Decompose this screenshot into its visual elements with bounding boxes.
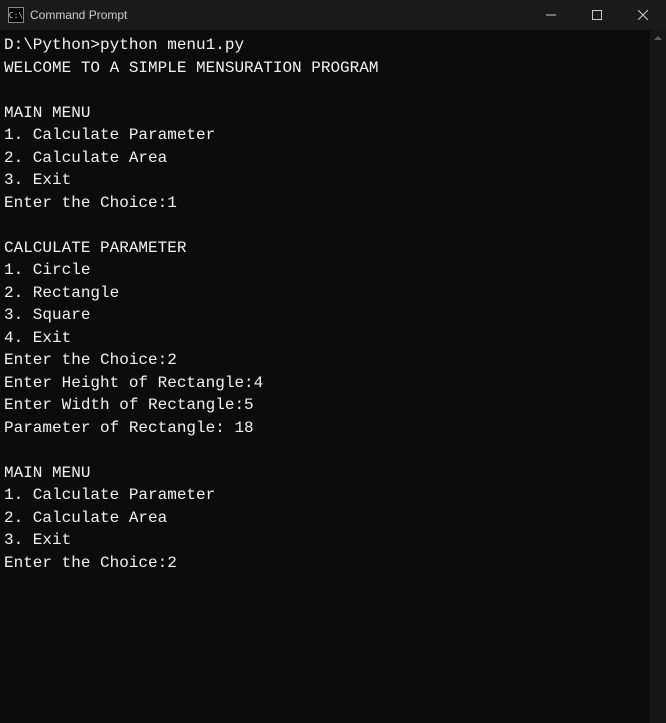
- close-button[interactable]: [620, 0, 666, 30]
- chevron-up-icon: [654, 36, 662, 40]
- terminal-area: D:\Python>python menu1.py WELCOME TO A S…: [0, 30, 666, 723]
- output-line: 1. Calculate Parameter: [4, 486, 215, 504]
- output-line: Enter Width of Rectangle:5: [4, 396, 254, 414]
- scroll-up-icon[interactable]: [650, 30, 666, 46]
- output-line: Enter the Choice:2: [4, 554, 177, 572]
- scrollbar[interactable]: [650, 30, 666, 723]
- output-line: 1. Calculate Parameter: [4, 126, 215, 144]
- output-line: MAIN MENU: [4, 464, 90, 482]
- minimize-button[interactable]: [528, 0, 574, 30]
- output-line: 3. Square: [4, 306, 90, 324]
- output-line: 3. Exit: [4, 171, 71, 189]
- output-line: Enter the Choice:1: [4, 194, 177, 212]
- output-line: Parameter of Rectangle: 18: [4, 419, 254, 437]
- maximize-icon: [592, 10, 602, 20]
- minimize-icon: [546, 10, 556, 20]
- close-icon: [638, 10, 648, 20]
- output-line: Enter the Choice:2: [4, 351, 177, 369]
- output-line: CALCULATE PARAMETER: [4, 239, 186, 257]
- output-line: 2. Rectangle: [4, 284, 119, 302]
- output-line: WELCOME TO A SIMPLE MENSURATION PROGRAM: [4, 59, 378, 77]
- output-line: 4. Exit: [4, 329, 71, 347]
- output-line: Enter Height of Rectangle:4: [4, 374, 263, 392]
- output-line: 3. Exit: [4, 531, 71, 549]
- output-line: 1. Circle: [4, 261, 90, 279]
- window-controls: [528, 0, 666, 30]
- window-title: Command Prompt: [30, 8, 528, 22]
- output-line: MAIN MENU: [4, 104, 90, 122]
- prompt: D:\Python>: [4, 36, 100, 54]
- output-line: 2. Calculate Area: [4, 149, 167, 167]
- output-line: 2. Calculate Area: [4, 509, 167, 527]
- app-icon: C:\: [8, 7, 24, 23]
- command: python menu1.py: [100, 36, 244, 54]
- maximize-button[interactable]: [574, 0, 620, 30]
- window-titlebar[interactable]: C:\ Command Prompt: [0, 0, 666, 30]
- app-icon-text: C:\: [9, 11, 23, 20]
- terminal-output[interactable]: D:\Python>python menu1.py WELCOME TO A S…: [0, 30, 650, 723]
